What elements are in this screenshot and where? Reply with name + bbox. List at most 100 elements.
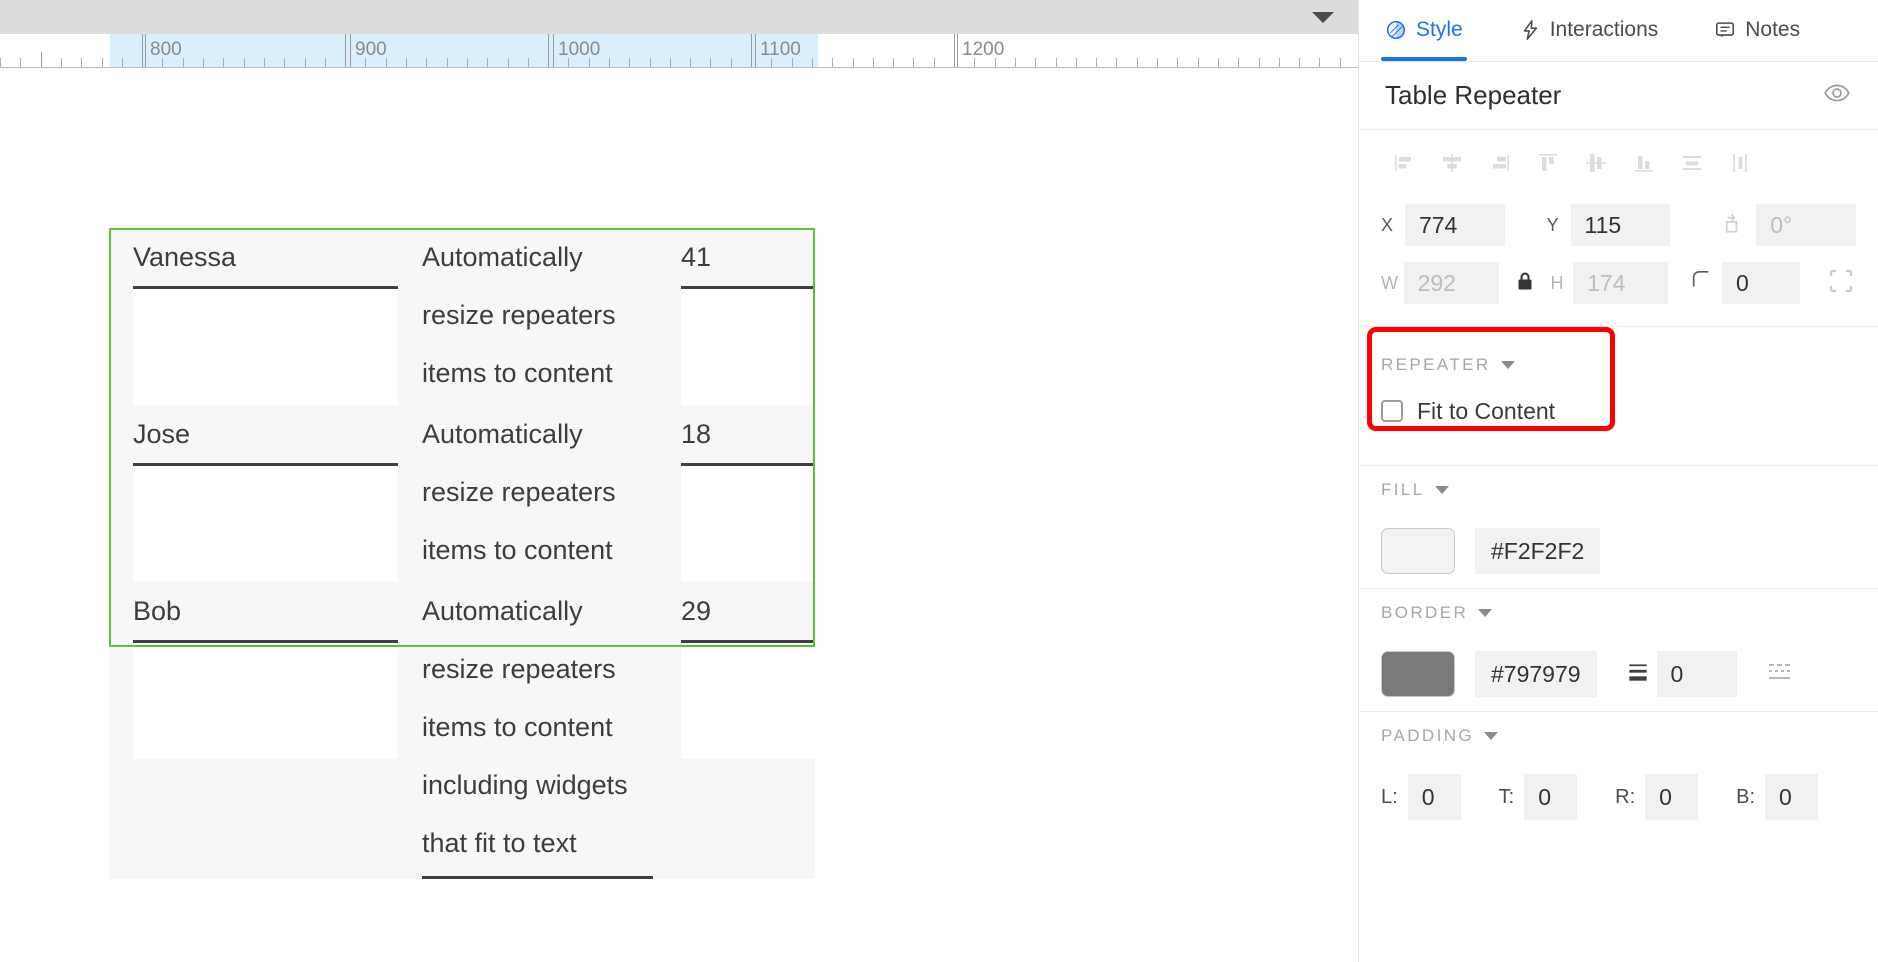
ruler-tick xyxy=(81,58,82,67)
width-input[interactable]: 292 xyxy=(1403,262,1499,304)
cell-value-pad xyxy=(681,466,815,582)
ruler-tick xyxy=(913,58,914,67)
padding-inputs-row: L: 0 T: 0 R: 0 B: 0 xyxy=(1381,760,1856,834)
table-repeater-widget[interactable]: Vanessa Automatically resize repeaters it… xyxy=(109,228,815,879)
inspector-tabs: Style Interactions Notes xyxy=(1359,0,1878,62)
padding-left-input[interactable]: 0 xyxy=(1407,774,1461,820)
ruler-tick xyxy=(710,58,711,67)
chevron-down-icon[interactable] xyxy=(1500,361,1515,369)
distribute-horizontal-icon[interactable] xyxy=(1669,143,1715,183)
repeater-section-header[interactable]: REPEATER xyxy=(1381,341,1856,389)
padding-right-input[interactable]: 0 xyxy=(1645,774,1699,820)
ruler-tick xyxy=(325,58,326,67)
tab-interactions[interactable]: Interactions xyxy=(1515,0,1663,61)
horizontal-ruler[interactable]: 800 900 1000 1100 1200 xyxy=(0,34,1358,68)
cell-name-pad xyxy=(133,289,398,405)
padding-bottom-input[interactable]: 0 xyxy=(1765,774,1818,820)
tab-interactions-label: Interactions xyxy=(1549,18,1659,41)
align-left-icon[interactable] xyxy=(1381,143,1427,183)
eye-icon[interactable] xyxy=(1822,78,1852,113)
ruler-tick xyxy=(487,58,488,67)
align-bottom-icon[interactable] xyxy=(1621,143,1667,183)
y-label: Y xyxy=(1546,214,1559,235)
padding-section-header[interactable]: PADDING xyxy=(1381,712,1856,760)
ruler-tick xyxy=(1096,58,1097,67)
chevron-down-icon[interactable] xyxy=(1312,12,1334,23)
ruler-tick xyxy=(1299,58,1300,67)
fit-to-content-label: Fit to Content xyxy=(1417,397,1556,424)
canvas-topbar xyxy=(0,0,1358,34)
ruler-tick xyxy=(426,58,427,67)
fill-color-swatch[interactable] xyxy=(1381,528,1455,574)
fill-section-header[interactable]: FILL xyxy=(1381,466,1856,514)
padding-top-input[interactable]: 0 xyxy=(1524,774,1578,820)
tab-notes-label: Notes xyxy=(1745,18,1801,41)
fit-to-content-icon[interactable] xyxy=(1826,266,1856,301)
align-middle-vertical-icon[interactable] xyxy=(1573,143,1619,183)
ruler-tick xyxy=(122,58,123,67)
align-top-icon[interactable] xyxy=(1525,143,1571,183)
ruler-tick xyxy=(1340,58,1341,67)
chevron-down-icon[interactable] xyxy=(1478,609,1493,617)
ruler-major-tick xyxy=(755,34,756,67)
y-input[interactable]: 115 xyxy=(1570,204,1671,246)
line-style-icon[interactable] xyxy=(1767,659,1801,690)
chevron-down-icon[interactable] xyxy=(1434,486,1449,494)
repeater-section: REPEATER Fit to Content xyxy=(1367,327,1856,443)
cell-description-text: Automatically resize repeaters items to … xyxy=(422,242,616,388)
lock-icon[interactable] xyxy=(1513,269,1537,298)
height-input[interactable]: 174 xyxy=(1573,262,1668,304)
ruler-major-tick xyxy=(553,34,554,67)
ruler-selection-highlight xyxy=(110,34,818,67)
cell-underline xyxy=(422,876,653,879)
border-hex-input[interactable]: #797979 xyxy=(1475,651,1597,697)
padding-bottom-label: B: xyxy=(1736,785,1756,808)
cell-value: 41 xyxy=(653,228,815,405)
table-row[interactable]: Jose Automatically resize repeaters items… xyxy=(109,405,815,582)
tab-style[interactable]: Style xyxy=(1381,0,1467,61)
ruler-tick xyxy=(183,58,184,67)
padding-right-label: R: xyxy=(1615,785,1636,808)
ruler-label-1200: 1200 xyxy=(962,39,1005,60)
fit-to-content-row[interactable]: Fit to Content xyxy=(1381,389,1856,433)
table-row[interactable]: Vanessa Automatically resize repeaters it… xyxy=(109,228,815,405)
align-right-icon[interactable] xyxy=(1477,143,1523,183)
ruler-tick xyxy=(20,58,21,67)
cell-value-text: 41 xyxy=(681,242,712,272)
fill-hex-input[interactable]: #F2F2F2 xyxy=(1475,528,1601,574)
rotation-input[interactable]: 0° xyxy=(1756,204,1856,246)
align-center-horizontal-icon[interactable] xyxy=(1429,143,1475,183)
line-weight-icon[interactable] xyxy=(1625,659,1651,690)
lightning-icon xyxy=(1519,19,1541,41)
table-row[interactable]: Bob Automatically resize repeaters items … xyxy=(109,582,815,879)
radius-input[interactable]: 0 xyxy=(1722,262,1800,304)
ruler-label-800: 800 xyxy=(150,39,182,60)
border-section-header[interactable]: BORDER xyxy=(1381,589,1856,637)
chevron-down-icon[interactable] xyxy=(1484,732,1498,740)
style-icon xyxy=(1385,19,1407,41)
alignment-toolbar xyxy=(1359,130,1878,196)
ruler-major-tick xyxy=(957,34,958,67)
fit-to-content-checkbox[interactable] xyxy=(1381,400,1403,422)
border-color-swatch[interactable] xyxy=(1381,651,1455,697)
divider-above-repeater xyxy=(1359,326,1878,327)
x-input[interactable]: 774 xyxy=(1404,204,1505,246)
cell-description: Automatically resize repeaters items to … xyxy=(398,582,653,879)
cell-description: Automatically resize repeaters items to … xyxy=(398,405,653,582)
padding-section-title: PADDING xyxy=(1381,726,1474,745)
distribute-vertical-icon[interactable] xyxy=(1717,143,1763,183)
border-thickness-input[interactable]: 0 xyxy=(1656,651,1737,697)
ruler-tick xyxy=(1116,58,1117,67)
ruler-tick xyxy=(1157,58,1158,67)
ruler-major-tick xyxy=(145,34,146,67)
padding-left-label: L: xyxy=(1381,785,1398,808)
cell-name-text: Bob xyxy=(133,596,182,626)
ruler-tick xyxy=(305,58,306,67)
cell-name-pad xyxy=(133,466,398,582)
ruler-tick xyxy=(223,58,224,67)
ruler-tick xyxy=(1259,58,1260,67)
corner-radius-icon xyxy=(1690,270,1712,297)
padding-section: PADDING L: 0 T: 0 R: 0 B: 0 xyxy=(1359,712,1878,834)
tab-notes[interactable]: Notes xyxy=(1710,0,1804,61)
h-label: H xyxy=(1550,272,1564,293)
